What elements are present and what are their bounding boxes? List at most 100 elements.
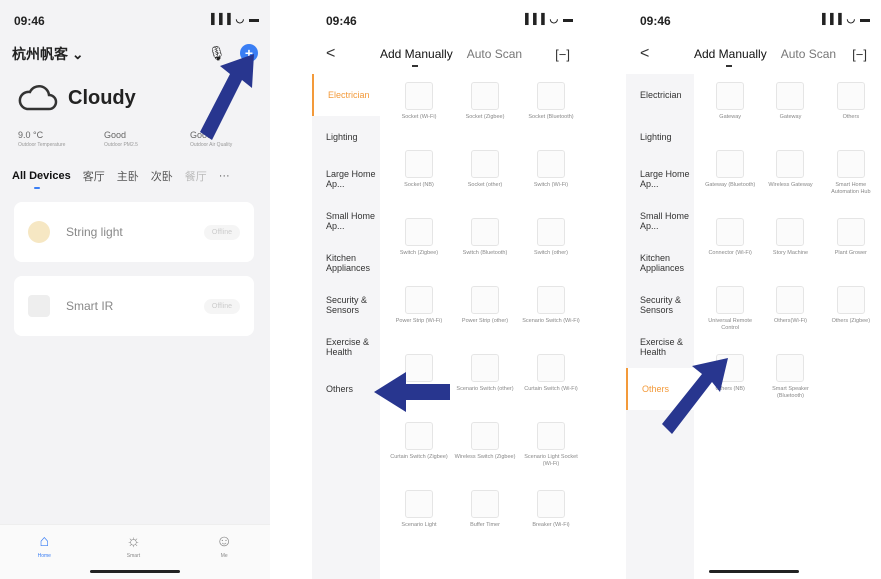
device-type-item[interactable]: Socket (Bluetooth): [518, 78, 584, 140]
device-type-item[interactable]: Curtain Switch (Zigbee): [386, 418, 452, 480]
device-type-item[interactable]: Switch (Wi-Fi): [518, 146, 584, 208]
category-electrician[interactable]: Electrician: [312, 74, 380, 116]
sun-icon: ☼: [126, 533, 141, 550]
device-type-item[interactable]: Universal Remote Control: [700, 282, 760, 344]
device-type-item[interactable]: Switch (Zigbee): [386, 214, 452, 276]
device-icon: [471, 422, 499, 450]
device-type-item[interactable]: Connector (Wi-Fi): [700, 214, 760, 276]
bulb-icon: [28, 221, 50, 243]
device-type-item[interactable]: Scenario Switch (Wi-Fi): [518, 282, 584, 344]
device-card-string-light[interactable]: String light Offline: [14, 202, 254, 262]
tab-all-devices[interactable]: All Devices: [12, 170, 71, 189]
arrow-annotation: [200, 54, 254, 140]
device-type-item[interactable]: Power Strip (other): [452, 282, 518, 344]
device-card-smart-ir[interactable]: Smart IR Offline: [14, 276, 254, 336]
tab-add-manually[interactable]: Add Manually: [694, 47, 767, 67]
category-security-sensors[interactable]: Security & Sensors: [626, 284, 694, 326]
device-icon: [716, 218, 745, 246]
device-type-label: Gateway: [779, 114, 802, 120]
tab-master-bedroom[interactable]: 主卧: [117, 168, 139, 184]
category-lighting[interactable]: Lighting: [626, 116, 694, 158]
device-icon: [716, 150, 745, 178]
tab-add-manually[interactable]: Add Manually: [380, 47, 453, 67]
device-type-item[interactable]: Breaker (Wi-Fi): [518, 486, 584, 548]
device-type-item[interactable]: Gateway: [760, 78, 820, 140]
device-type-item[interactable]: Power Strip (Wi-Fi): [386, 282, 452, 344]
pm25-value: Good: [104, 130, 127, 140]
device-icon: [537, 354, 565, 382]
category-kitchen-appliances[interactable]: Kitchen Appliances: [312, 242, 380, 284]
device-type-item[interactable]: Others (Zigbee): [821, 282, 881, 344]
tab-home[interactable]: ⌂ Home: [38, 533, 51, 579]
tab-auto-scan[interactable]: Auto Scan: [781, 47, 836, 61]
scan-icon[interactable]: [−]: [852, 47, 867, 62]
device-type-item[interactable]: Smart Home Automation Hub: [821, 146, 881, 208]
category-large-home-appliances[interactable]: Large Home Ap...: [626, 158, 694, 200]
device-icon: [471, 82, 499, 110]
device-type-item[interactable]: Socket (other): [452, 146, 518, 208]
category-others[interactable]: Others: [312, 368, 380, 410]
device-icon: [471, 354, 499, 382]
device-type-item[interactable]: Buffer Timer: [452, 486, 518, 548]
back-button[interactable]: <: [640, 45, 649, 63]
device-type-item[interactable]: Scenario Light: [386, 486, 452, 548]
device-type-item[interactable]: Plant Grower: [821, 214, 881, 276]
device-type-item[interactable]: Socket (Wi-Fi): [386, 78, 452, 140]
device-icon: [405, 422, 433, 450]
device-type-item[interactable]: Others: [821, 78, 881, 140]
device-type-item[interactable]: Scenario Switch (other): [452, 350, 518, 412]
category-exercise-health[interactable]: Exercise & Health: [312, 326, 380, 368]
device-type-item[interactable]: Switch (Bluetooth): [452, 214, 518, 276]
device-icon: [537, 286, 565, 314]
device-type-label: Smart Speaker (Bluetooth): [772, 386, 809, 399]
weather-label: Cloudy: [68, 86, 136, 109]
tab-me[interactable]: ☺ Me: [216, 533, 232, 579]
category-electrician[interactable]: Electrician: [626, 74, 694, 116]
device-type-item[interactable]: Scenario Light Socket (Wi-Fi): [518, 418, 584, 480]
device-type-label: Breaker (Wi-Fi): [532, 522, 570, 528]
category-small-home-appliances[interactable]: Small Home Ap...: [626, 200, 694, 242]
device-type-item[interactable]: Story Machine: [760, 214, 820, 276]
scan-icon[interactable]: [−]: [555, 47, 570, 62]
category-small-home-appliances[interactable]: Small Home Ap...: [312, 200, 380, 242]
device-icon: [836, 286, 865, 314]
device-icon: [471, 490, 499, 518]
profile-icon: ☺: [216, 533, 233, 550]
home-indicator: [90, 570, 180, 573]
category-large-home-appliances[interactable]: Large Home Ap...: [312, 158, 380, 200]
home-selector[interactable]: 杭州帆客 ⌄: [12, 44, 84, 64]
device-type-label: Others(Wi-Fi): [773, 318, 807, 324]
add-device-electrician-screen: 09:46 ▐▐▐ ◡ ▬ < Add Manually Auto Scan […: [312, 0, 584, 579]
device-type-label: Switch (Zigbee): [399, 250, 439, 256]
device-type-item[interactable]: Wireless Switch (Zigbee): [452, 418, 518, 480]
device-type-item[interactable]: Smart Speaker (Bluetooth): [760, 350, 820, 412]
home-screen: 09:46 ▐▐▐ ◡ ▬ 杭州帆客 ⌄ 🎙 + Cloudy 9.0 °C Ou…: [0, 0, 270, 579]
device-type-item[interactable]: Curtain Switch (Wi-Fi): [518, 350, 584, 412]
tab-second-bedroom[interactable]: 次卧: [151, 168, 173, 184]
category-lighting[interactable]: Lighting: [312, 116, 380, 158]
device-icon: [776, 354, 805, 382]
device-type-label: Scenario Switch (other): [456, 386, 514, 392]
device-icon: [537, 490, 565, 518]
category-security-sensors[interactable]: Security & Sensors: [312, 284, 380, 326]
device-type-label: Universal Remote Control: [708, 318, 753, 331]
device-icon: [537, 218, 565, 246]
device-type-item[interactable]: Socket (NB): [386, 146, 452, 208]
device-type-label: Switch (Bluetooth): [462, 250, 508, 256]
tab-dining-room[interactable]: 餐厅: [185, 168, 207, 184]
category-kitchen-appliances[interactable]: Kitchen Appliances: [626, 242, 694, 284]
back-button[interactable]: <: [326, 45, 335, 63]
add-device-others-screen: 09:46 ▐▐▐ ◡ ▬ < Add Manually Auto Scan […: [626, 0, 881, 579]
device-type-item[interactable]: Wireless Gateway: [760, 146, 820, 208]
tab-living-room[interactable]: 客厅: [83, 168, 105, 184]
device-type-item[interactable]: Gateway: [700, 78, 760, 140]
device-icon: [836, 82, 865, 110]
device-type-item[interactable]: Others(Wi-Fi): [760, 282, 820, 344]
device-type-item[interactable]: Socket (Zigbee): [452, 78, 518, 140]
device-type-item[interactable]: Switch (other): [518, 214, 584, 276]
tab-auto-scan[interactable]: Auto Scan: [467, 47, 522, 61]
device-type-label: Curtain Switch (Wi-Fi): [524, 386, 578, 392]
device-type-item[interactable]: Gateway (Bluetooth): [700, 146, 760, 208]
more-rooms-button[interactable]: ···: [219, 170, 230, 182]
device-type-label: Scenario Light Socket (Wi-Fi): [524, 454, 578, 467]
